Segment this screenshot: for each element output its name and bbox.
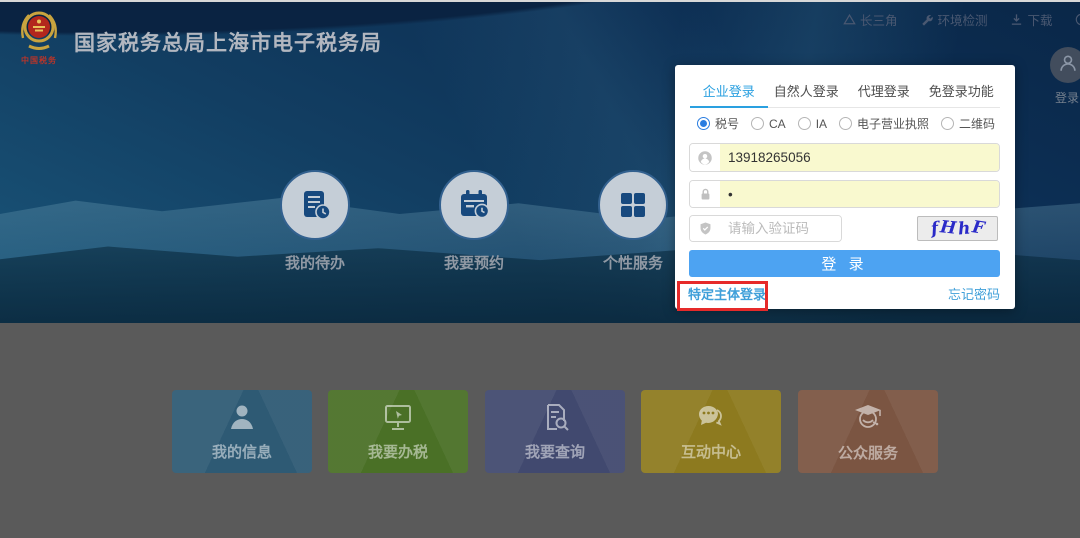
username-row (689, 143, 1000, 172)
service-appointment: 我要预约 (414, 170, 534, 273)
graduate-service-icon (850, 401, 886, 438)
appointment-calendar-icon[interactable] (439, 170, 509, 240)
radio-selected-icon (697, 117, 710, 130)
captcha-char: F (971, 217, 986, 239)
login-tabs: 企业登录 自然人登录 代理登录 免登录功能 (690, 65, 1000, 108)
password-row (689, 180, 1000, 208)
tile-public-service[interactable]: 公众服务 (798, 390, 938, 473)
login-avatar-button[interactable] (1050, 47, 1080, 83)
captcha-row (689, 215, 842, 242)
bottom-section: 我的信息 我要办税 我要查询 (0, 323, 1080, 538)
nav-label: 环境检测 (937, 10, 987, 29)
service-label[interactable]: 我的待办 (255, 252, 375, 273)
radio-icon (751, 117, 764, 130)
captcha-char: f (929, 218, 939, 239)
auth-method-label: 税号 (715, 115, 739, 132)
tile-label: 公众服务 (838, 442, 898, 463)
tile-my-info[interactable]: 我的信息 (172, 390, 312, 473)
person-icon (690, 144, 720, 171)
lock-icon (690, 181, 720, 207)
nav-item-env-check[interactable]: 环境检测 (920, 10, 987, 29)
grid-apps-icon[interactable] (598, 170, 668, 240)
tax-emblem-icon (16, 39, 62, 56)
auth-method-label: 二维码 (959, 115, 995, 132)
chat-bubbles-icon (693, 402, 729, 437)
shield-icon (690, 216, 720, 241)
captcha-char: h (957, 218, 971, 239)
tab-enterprise-login[interactable]: 企业登录 (690, 65, 768, 107)
tax-bureau-logo: 中国税务 (16, 8, 62, 66)
auth-method-group: 税号 CA IA 电子营业执照 二维码 (697, 115, 1005, 132)
nav-item-delta-region[interactable]: 长三角 (843, 10, 898, 29)
service-label[interactable]: 我要预约 (414, 252, 534, 273)
tile-do-tax[interactable]: 我要办税 (328, 390, 468, 473)
captcha-image[interactable]: f H h F (917, 216, 998, 241)
user-icon (225, 402, 259, 437)
captcha-input[interactable] (720, 216, 841, 241)
auth-method-ia[interactable]: IA (798, 117, 827, 131)
radio-icon (941, 117, 954, 130)
password-input[interactable] (720, 181, 999, 207)
tile-query[interactable]: 我要查询 (485, 390, 625, 473)
auth-method-label: 电子营业执照 (857, 115, 929, 132)
site-title: 国家税务总局上海市电子税务局 (74, 27, 382, 57)
auth-method-e-license[interactable]: 电子营业执照 (839, 115, 929, 132)
download-icon (1010, 13, 1023, 26)
auth-method-label: CA (769, 117, 786, 131)
todo-document-icon[interactable] (280, 170, 350, 240)
auth-method-tax-id[interactable]: 税号 (697, 115, 739, 132)
monitor-cursor-icon (380, 402, 416, 437)
top-border (0, 0, 1080, 2)
page: 中国税务 国家税务总局上海市电子税务局 长三角 环境检测 下载 (0, 0, 1080, 538)
auth-method-label: IA (816, 117, 827, 131)
wrench-icon (920, 13, 933, 26)
logo-caption: 中国税务 (16, 55, 62, 66)
tab-individual-login[interactable]: 自然人登录 (768, 65, 846, 107)
delta-triangle-icon (843, 13, 856, 26)
tab-no-login-functions[interactable]: 免登录功能 (923, 65, 1001, 107)
document-search-icon (539, 402, 571, 437)
help-icon: ? (1075, 13, 1080, 26)
tile-label: 我要办税 (368, 441, 428, 462)
tile-interaction-center[interactable]: 互动中心 (641, 390, 781, 473)
nav-label: 长三角 (860, 10, 898, 29)
tile-label: 我要查询 (525, 441, 585, 462)
tile-label: 互动中心 (681, 441, 741, 462)
service-my-todo: 我的待办 (255, 170, 375, 273)
special-entity-login-link[interactable]: 特定主体登录 (688, 284, 766, 303)
top-nav: 长三角 环境检测 下载 ? 帮 (843, 10, 1080, 29)
nav-item-download[interactable]: 下载 (1010, 10, 1052, 29)
avatar-login-label[interactable]: 登录 (1055, 89, 1079, 106)
radio-icon (798, 117, 811, 130)
tile-label: 我的信息 (212, 441, 272, 462)
auth-method-ca[interactable]: CA (751, 117, 786, 131)
person-circle-icon (1057, 52, 1079, 79)
radio-icon (839, 117, 852, 130)
forgot-password-link[interactable]: 忘记密码 (948, 284, 1000, 303)
login-panel: 企业登录 自然人登录 代理登录 免登录功能 税号 CA IA 电子营业执照 (675, 65, 1015, 309)
nav-label: 下载 (1027, 10, 1052, 29)
tab-agent-login[interactable]: 代理登录 (845, 65, 923, 107)
login-button[interactable]: 登 录 (689, 250, 1000, 277)
auth-method-qrcode[interactable]: 二维码 (941, 115, 995, 132)
nav-item-help[interactable]: ? 帮 (1075, 10, 1080, 29)
captcha-char: H (939, 217, 957, 239)
username-input[interactable] (720, 144, 999, 171)
